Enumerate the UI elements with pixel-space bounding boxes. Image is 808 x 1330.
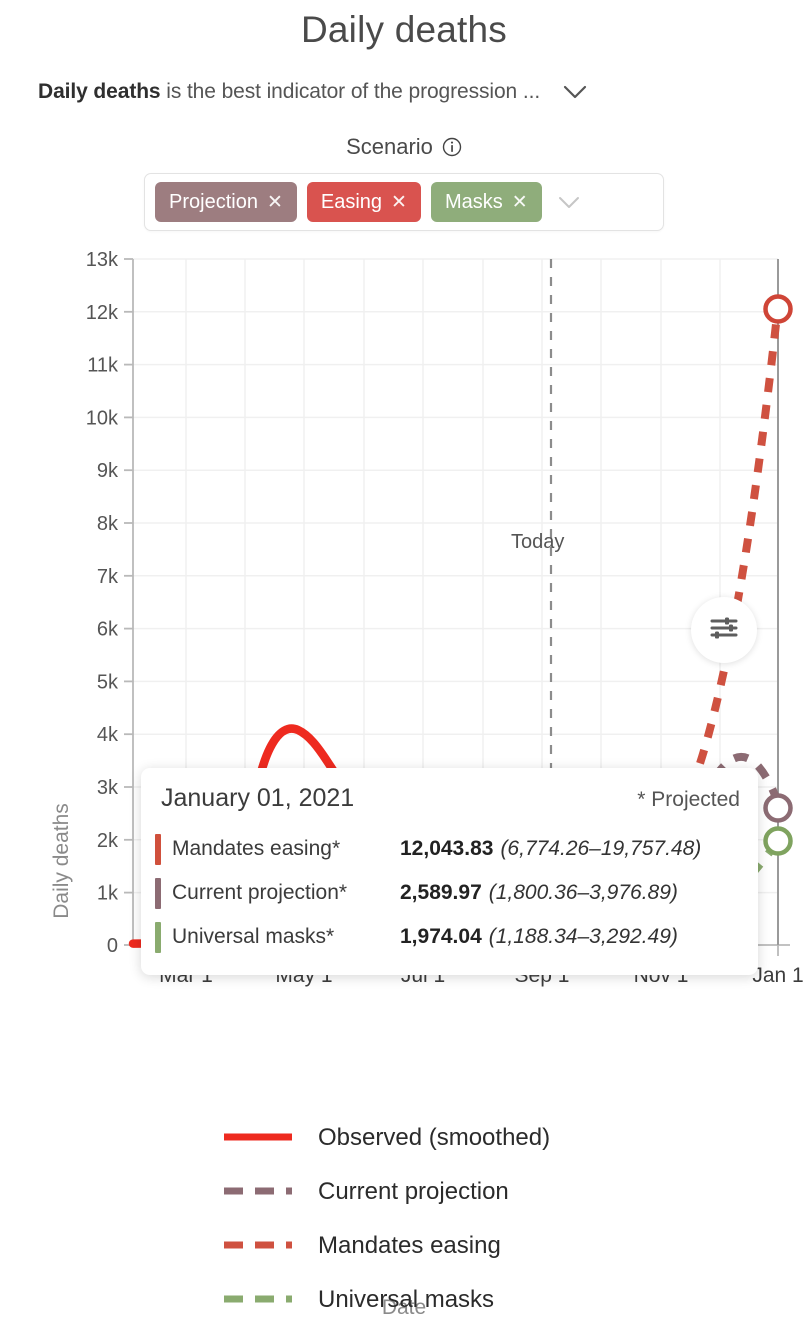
endpoint-marker-current-projection[interactable] [763,793,793,823]
y-tick-label: 2k [97,830,119,852]
tooltip-series-interval: (6,774.26–19,757.48) [500,837,702,860]
endpoint-marker-mandates-easing[interactable] [763,294,793,324]
scenario-label-row: Scenario [0,134,808,160]
tooltip-date: January 01, 2021 [161,784,355,812]
y-tick-label: 9k [97,460,119,482]
remove-chip-icon[interactable]: ✕ [391,193,407,212]
subtitle-row[interactable]: Daily deaths is the best indicator of th… [0,77,808,107]
y-tick-label: 11k [87,355,119,377]
y-tick-label: 3k [97,777,119,799]
legend-label: Mandates easing [318,1232,501,1259]
page-title: Daily deaths [300,9,507,50]
chip-label: Easing [320,190,383,213]
sliders-icon [708,614,740,647]
chart-container: 13k 12k 11k 10k 9k 8k 7k 6k 5k 4k 3k 2k … [0,237,808,1319]
y-tick-label: 10k [86,407,119,429]
tooltip-series-value: 1,974.04 [400,925,482,948]
info-circle-icon[interactable] [442,137,462,157]
chevron-down-icon[interactable] [556,195,582,210]
y-tick-label: 4k [97,724,119,746]
chip-label: Masks [444,190,503,213]
scenario-chip-easing[interactable]: Easing ✕ [306,182,421,222]
chart-settings-button[interactable] [691,597,757,663]
endpoint-marker-universal-masks[interactable] [763,826,793,856]
legend-label: Universal masks [318,1286,495,1313]
tooltip-series-name: Current projection* [172,881,348,904]
tooltip-series-name: Mandates easing* [172,837,341,860]
y-tick-label: 13k [86,249,119,271]
tooltip-series-value: 2,589.97 [400,881,482,904]
series-color-swatch [155,921,161,953]
chart-tooltip: January 01, 2021 * Projected Mandates ea… [141,768,758,975]
tooltip-header: January 01, 2021 * Projected [155,784,740,813]
scenario-chip-projection[interactable]: Projection ✕ [155,182,297,222]
legend-item-universal-masks[interactable]: Universal masks [0,1273,808,1327]
legend-key-line [222,1237,294,1255]
chip-label: Projection [169,190,258,213]
tooltip-row: Universal masks* 1,974.04 (1,188.34–3,29… [155,915,740,959]
y-tick-label: 5k [97,671,119,693]
today-label: Today [511,531,565,553]
y-tick-label: 6k [97,619,119,641]
y-tick-label: 1k [97,883,119,905]
remove-chip-icon[interactable]: ✕ [512,193,528,212]
y-tick-label: 7k [97,566,119,588]
chart-legend: Observed (smoothed) Current projection M… [0,1111,808,1327]
legend-label: Observed (smoothed) [318,1124,551,1151]
y-tick-label: 12k [86,302,119,324]
series-color-swatch [155,833,161,865]
subtitle-text: Daily deaths is the best indicator of th… [38,80,540,104]
remove-chip-icon[interactable]: ✕ [267,193,283,212]
legend-item-mandates-easing[interactable]: Mandates easing [0,1219,808,1273]
tooltip-projected-note: * Projected [637,788,740,811]
y-axis-title: Daily deaths [50,803,73,919]
tooltip-row: Mandates easing* 12,043.83 (6,774.26–19,… [155,827,740,871]
legend-key-line [222,1291,294,1309]
legend-label: Current projection [318,1178,509,1205]
tooltip-row: Current projection* 2,589.97 (1,800.36–3… [155,871,740,915]
legend-item-current-projection[interactable]: Current projection [0,1165,808,1219]
y-ticks [124,258,133,946]
chevron-down-icon[interactable] [562,84,588,100]
y-tick-label: 0 [107,935,118,957]
y-tick-label: 8k [97,513,119,535]
scenario-chip-masks[interactable]: Masks ✕ [430,182,542,222]
subtitle-bold: Daily deaths [38,80,161,103]
legend-item-observed[interactable]: Observed (smoothed) [0,1111,808,1165]
legend-key-line [222,1183,294,1201]
subtitle-rest: is the best indicator of the progression… [160,80,541,103]
tooltip-series-interval: (1,188.34–3,292.49) [488,925,678,948]
tooltip-series-interval: (1,800.36–3,976.89) [488,881,678,904]
series-color-swatch [155,877,161,909]
tooltip-series-name: Universal masks* [172,925,335,948]
y-tick-labels: 13k 12k 11k 10k 9k 8k 7k 6k 5k 4k 3k 2k … [86,249,119,957]
x-tick-label: Jan 1 [752,964,803,987]
scenario-select[interactable]: Projection ✕ Easing ✕ Masks ✕ [144,173,664,231]
legend-key-line [222,1129,294,1147]
scenario-label: Scenario [346,134,433,159]
tooltip-series-value: 12,043.83 [400,837,494,860]
